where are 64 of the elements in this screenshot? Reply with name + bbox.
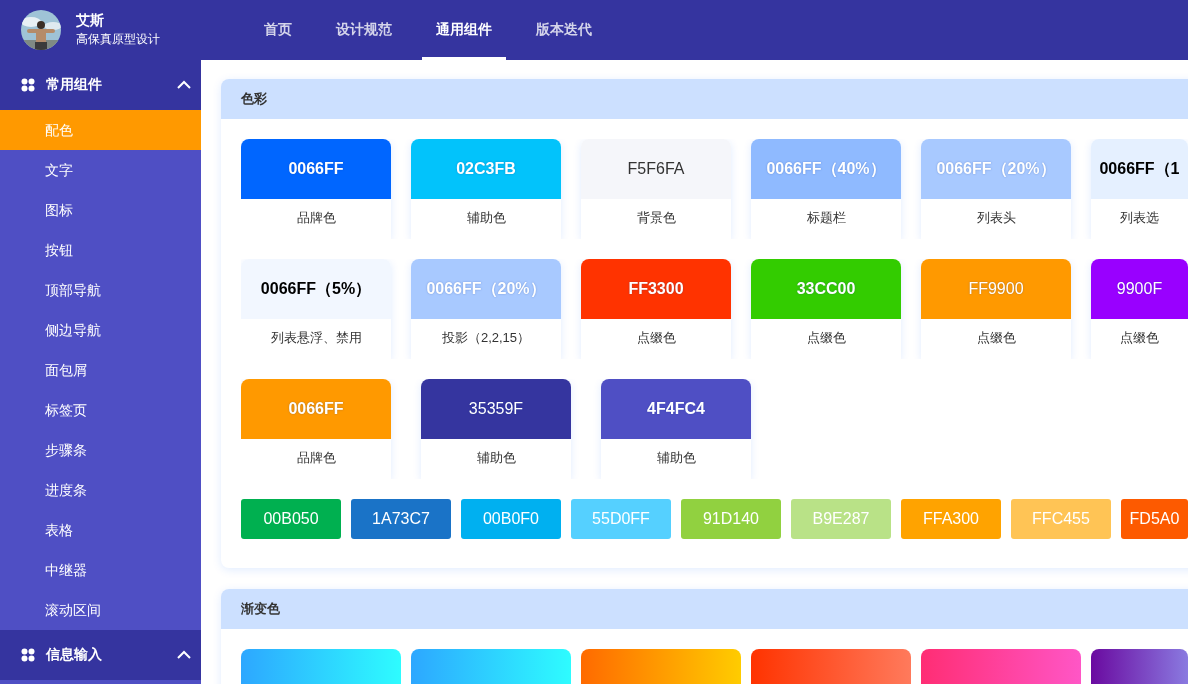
color-code: FF3300 — [581, 259, 731, 319]
color-label: 品牌色 — [295, 449, 337, 467]
color-code: 0066FF（20%） — [921, 139, 1071, 199]
sidebar-group-header[interactable]: 常用组件 — [0, 60, 201, 110]
color-label: 背景色 — [635, 209, 677, 227]
nav-tab[interactable]: 版本迭代 — [522, 0, 606, 60]
color-label: 投影（2,2,15） — [440, 329, 532, 347]
color-code: F5F6FA — [581, 139, 731, 199]
sidebar-item[interactable]: 面包屑 — [0, 350, 201, 390]
nav-tab[interactable]: 首页 — [250, 0, 306, 60]
sidebar-item[interactable]: 中继器 — [0, 550, 201, 590]
color-swatch: B9E287 — [791, 499, 891, 539]
sidebar-item[interactable]: 表格 — [0, 510, 201, 550]
color-code: 35359F — [421, 379, 571, 439]
color-code: 0066FF（5%） — [241, 259, 391, 319]
color-code: 0066FF — [241, 139, 391, 199]
color-label: 点缀色 — [635, 329, 677, 347]
color-swatch: 00B050 — [241, 499, 341, 539]
panel-title: 渐变色 — [241, 600, 280, 618]
sidebar-group-header[interactable]: 信息输入 — [0, 630, 201, 680]
sidebar-item[interactable]: 侧边导航 — [0, 310, 201, 350]
nav-tab[interactable]: 设计规范 — [322, 0, 406, 60]
grid-icon — [21, 648, 35, 662]
color-swatch: 91D140 — [681, 499, 781, 539]
color-label: 标题栏 — [805, 209, 847, 227]
color-code: 0066FF（20%） — [411, 259, 561, 319]
sidebar-item[interactable]: 进度条 — [0, 470, 201, 510]
color-code: 0066FF（40%） — [751, 139, 901, 199]
color-label: 点缀色 — [805, 329, 847, 347]
color-label: 列表悬浮、禁用 — [269, 329, 363, 347]
sidebar-item[interactable]: 文字 — [0, 150, 201, 190]
color-code: 02C3FB — [411, 139, 561, 199]
color-label: 辅助色 — [655, 449, 697, 467]
color-code: 9900F — [1091, 259, 1188, 319]
color-label: 辅助色 — [465, 209, 507, 227]
color-code: FF9900 — [921, 259, 1071, 319]
color-swatch: FFC455 — [1011, 499, 1111, 539]
grid-icon — [21, 78, 35, 92]
sidebar-item[interactable]: 步骤条 — [0, 430, 201, 470]
color-code: 0066FF — [241, 379, 391, 439]
user-subtitle: 高保真原型设计 — [76, 31, 160, 48]
color-label: 列表选 — [1119, 209, 1160, 227]
color-swatch: FD5A0 — [1121, 499, 1188, 539]
color-swatch: 1A73C7 — [351, 499, 451, 539]
panel-title: 色彩 — [241, 90, 267, 108]
sidebar-item[interactable]: 图标 — [0, 190, 201, 230]
nav-tab[interactable]: 通用组件 — [422, 0, 506, 60]
sidebar-item[interactable]: 按钮 — [0, 230, 201, 270]
color-code: 33CC00 — [751, 259, 901, 319]
sidebar-item[interactable]: 标签页 — [0, 390, 201, 430]
color-swatch: 00B0F0 — [461, 499, 561, 539]
color-label: 品牌色 — [295, 209, 337, 227]
color-label: 点缀色 — [1119, 329, 1160, 347]
color-label: 列表头 — [975, 209, 1017, 227]
color-code: 0066FF（1 — [1091, 139, 1188, 199]
color-swatch: 55D0FF — [571, 499, 671, 539]
avatar — [21, 10, 61, 50]
color-label: 辅助色 — [475, 449, 517, 467]
sidebar-item[interactable]: 滚动区间 — [0, 590, 201, 630]
sidebar-item[interactable]: 顶部导航 — [0, 270, 201, 310]
color-swatch: FFA300 — [901, 499, 1001, 539]
color-code: 4F4FC4 — [601, 379, 751, 439]
color-label: 点缀色 — [975, 329, 1017, 347]
user-name: 艾斯 — [76, 11, 105, 30]
